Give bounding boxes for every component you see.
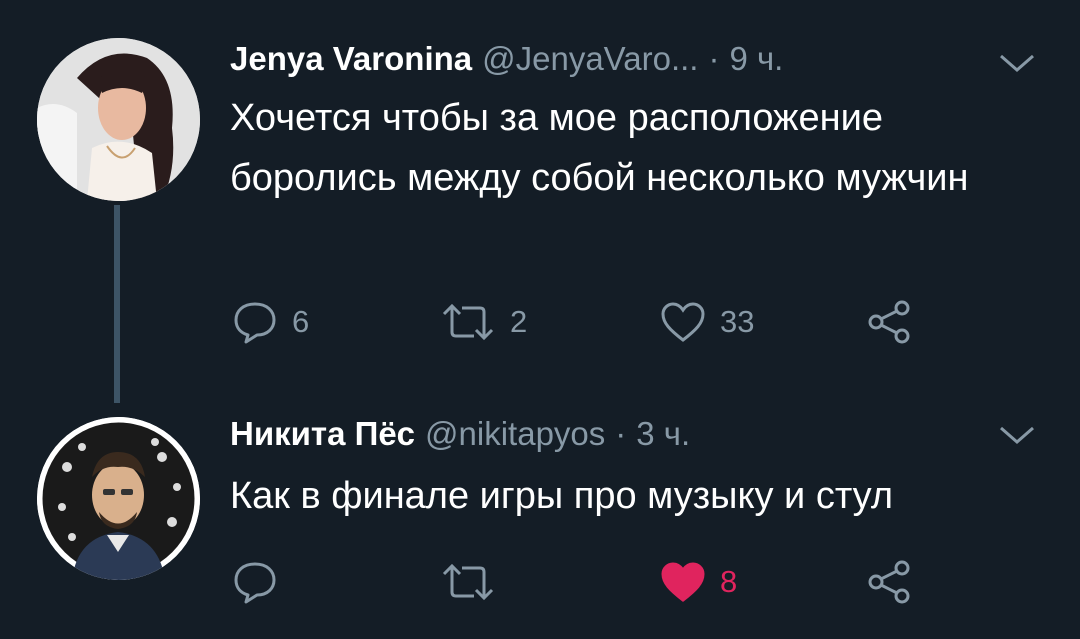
like-count: 8: [720, 564, 738, 599]
separator: ·: [708, 40, 720, 77]
like-button[interactable]: 8: [660, 552, 737, 612]
retweet-icon: [440, 560, 496, 604]
reply-icon: [232, 300, 278, 344]
tweet-actions: 6 2 33: [0, 292, 1080, 352]
tweet-text: Как в финале игры про музыку и стул: [230, 475, 894, 517]
reply-button[interactable]: [232, 552, 292, 612]
share-icon: [866, 300, 912, 344]
share-icon: [866, 560, 912, 604]
reply-icon: [232, 560, 278, 604]
separator: ·: [615, 415, 627, 452]
retweet-button[interactable]: [440, 552, 510, 612]
avatar-photo: [37, 38, 200, 201]
retweet-button[interactable]: 2: [440, 292, 527, 352]
tweet-actions: 8: [0, 552, 1080, 612]
avatar[interactable]: [37, 38, 200, 201]
tweet-header: Никита Пёс @nikitapyos · 3 ч.: [230, 415, 690, 459]
timestamp[interactable]: 9 ч.: [729, 40, 783, 78]
retweet-icon: [440, 300, 496, 344]
tweet-text: Хочется чтобы за мое расположение бороли…: [230, 97, 969, 199]
chevron-down-icon[interactable]: [997, 48, 1037, 78]
timestamp[interactable]: 3 ч.: [636, 415, 690, 453]
share-button[interactable]: [866, 552, 912, 612]
like-count: 33: [720, 304, 755, 339]
tweet-header: Jenya Varonina @JenyaVaro... · 9 ч.: [230, 40, 783, 84]
like-icon: [660, 561, 706, 603]
retweet-count: 2: [510, 304, 528, 339]
author-name[interactable]: Никита Пёс: [230, 415, 415, 453]
like-icon: [660, 301, 706, 343]
chevron-down-icon[interactable]: [997, 420, 1037, 450]
author-name[interactable]: Jenya Varonina: [230, 40, 472, 78]
share-button[interactable]: [866, 292, 912, 352]
author-handle[interactable]: @nikitapyos: [425, 415, 605, 453]
tweet[interactable]: Jenya Varonina @JenyaVaro... · 9 ч. Хоче…: [0, 0, 1080, 403]
reply-button[interactable]: 6: [232, 292, 309, 352]
like-button[interactable]: 33: [660, 292, 754, 352]
author-handle[interactable]: @JenyaVaro...: [482, 40, 698, 78]
reply-count: 6: [292, 304, 310, 339]
